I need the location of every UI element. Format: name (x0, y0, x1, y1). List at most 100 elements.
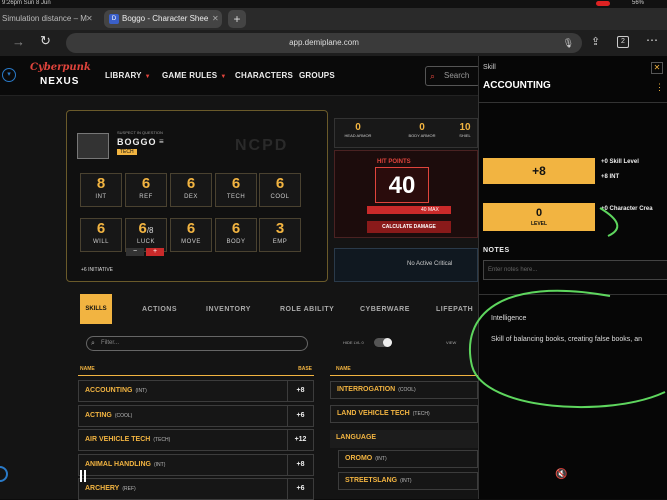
nexus-logo[interactable]: NEXUS (40, 76, 79, 87)
more-options-icon[interactable]: ⋮ (655, 82, 664, 93)
nav-characters[interactable]: CHARACTERS (235, 71, 293, 80)
tab-inventory[interactable]: INVENTORY (206, 306, 251, 313)
nav-game-rules[interactable]: GAME RULES ▼ (162, 71, 226, 80)
cyberpunk-logo[interactable]: Cyberpunk (30, 62, 91, 73)
url-field[interactable]: app.demiplane.com 🎙 (66, 33, 582, 53)
close-panel-button[interactable]: ✕ (651, 62, 663, 74)
nav-library[interactable]: LIBRARY ▼ (105, 71, 151, 80)
skill-name: LANGUAGE (336, 434, 377, 441)
microphone-icon[interactable]: 🎙 (563, 33, 574, 53)
stat-value: 3 (275, 220, 285, 237)
demiplane-favicon-icon: D (109, 14, 119, 24)
tab-skills[interactable]: SKILLS (80, 294, 112, 324)
browser-tab-active[interactable]: D Boggo - Character Shee ✕ (104, 10, 222, 28)
character-name: BOGGO (117, 137, 157, 147)
luck-plus-button[interactable]: + (146, 248, 164, 256)
annotation-circle (469, 289, 666, 409)
critical-panel: No Active Critical (334, 248, 478, 282)
head-armor: 0 HEAD ARMOR (344, 122, 372, 138)
search-icon: ⌕ (91, 340, 95, 347)
skill-row[interactable]: ARCHERY (REF) +6 (78, 478, 314, 500)
body-armor: 0 BODY ARMOR (408, 122, 436, 138)
hp-max: 40 MAX (421, 207, 439, 213)
skill-row[interactable]: STREETSLANG (INT) (338, 472, 478, 490)
stat-dex[interactable]: 6 DEX (170, 173, 212, 207)
skill-filter-input[interactable]: ⌕ Filter... (86, 336, 308, 351)
new-tab-button[interactable]: + (228, 10, 246, 28)
skill-level-bonus: +0 Skill Level (601, 159, 639, 165)
calculate-damage-button[interactable]: CALCULATE DAMAGE (367, 221, 451, 233)
tab-role-ability[interactable]: ROLE ABILITY (280, 306, 334, 313)
nav-groups[interactable]: GROUPS (299, 71, 335, 80)
battery-level: 56% (632, 0, 645, 6)
stat-luck[interactable]: 6/8 LUCK (125, 218, 167, 252)
skill-stat: (INT) (400, 478, 412, 484)
tab-count-button[interactable]: 2 (617, 36, 629, 48)
mute-icon[interactable]: 🔇 (555, 469, 567, 480)
reload-icon[interactable]: ↻ (40, 33, 51, 49)
tab-title: Boggo - Character Shee (122, 14, 209, 23)
tab-cyberware[interactable]: CYBERWARE (360, 306, 410, 313)
suspect-label: SUSPECT IN QUESTION (117, 130, 163, 135)
skill-stat: (COOL) (114, 412, 133, 419)
stat-value: 8 (96, 175, 106, 192)
stat-value: 6 (186, 220, 196, 237)
hide-lvl-toggle[interactable] (374, 338, 392, 347)
stat-value: 6 (96, 220, 106, 237)
tab-actions[interactable]: ACTIONS (142, 306, 177, 313)
site-nav: ▾ Cyberpunk NEXUS LIBRARY ▼ GAME RULES ▼ C… (0, 56, 478, 96)
stat-label: COOL (270, 194, 290, 200)
panel-kicker: Skill (483, 64, 496, 71)
sheet-tabs: SKILLS ACTIONS INVENTORY ROLE ABILITY CY… (66, 292, 478, 328)
skill-base: +12 (287, 430, 313, 450)
skill-row[interactable]: ACCOUNTING (INT) +8 (78, 380, 314, 402)
browser-tab[interactable]: Simulation distance – M ✕ (0, 10, 96, 28)
skill-row[interactable]: OROMO (INT) (338, 450, 478, 468)
stat-body[interactable]: 6 BODY (215, 218, 257, 252)
menu-icon[interactable]: ≡ (159, 137, 164, 146)
stat-will[interactable]: 6 WILL (80, 218, 122, 252)
skill-base: +8 (287, 454, 313, 475)
stat-value: 6 (231, 220, 241, 237)
skill-row[interactable]: LAND VEHICLE TECH (TECH) (330, 405, 478, 423)
skill-base: +6 (287, 479, 313, 499)
stat-value: 6 (186, 175, 196, 192)
shield: 10 SHIEL (459, 122, 471, 138)
close-tab-icon[interactable]: ✕ (212, 10, 219, 28)
stat-value: 6 (231, 175, 241, 192)
skill-row[interactable]: AIR VEHICLE TECH (TECH) +12 (78, 429, 314, 451)
annotation-overlay (469, 207, 666, 409)
forward-arrow-icon[interactable]: → (12, 34, 25, 49)
more-icon[interactable]: ⋯ (646, 33, 658, 47)
stat-label: LUCK (136, 239, 155, 245)
stat-label: MOVE (181, 239, 201, 245)
left-column-header: NAME BASE (78, 362, 314, 376)
skill-row[interactable]: INTERROGATION (COOL) (330, 381, 478, 399)
skill-stat: (TECH) (153, 437, 171, 443)
menu-toggle-icon[interactable]: ▾ (2, 68, 16, 82)
luck-minus-button[interactable]: − (126, 248, 144, 256)
stat-label: BODY (226, 239, 246, 245)
skill-row[interactable]: ACTING (COOL) +6 (78, 404, 314, 427)
skill-name: ACCOUNTING (85, 387, 133, 394)
stat-cool[interactable]: 6 COOL (259, 173, 301, 207)
status-time: 9:26pm Sun 8 Jun (2, 0, 51, 6)
skill-group-header[interactable]: LANGUAGE (330, 430, 478, 448)
search-placeholder: Search (444, 71, 470, 80)
stat-int[interactable]: 8 INT (80, 173, 122, 207)
annotation-arrow (599, 207, 619, 237)
hp-value: 40 (375, 167, 429, 203)
share-icon[interactable]: ⇪ (591, 35, 600, 48)
skill-total: +8 (483, 158, 595, 184)
stat-tech[interactable]: 6 TECH (215, 173, 257, 207)
skill-name: INTERROGATION (337, 386, 396, 393)
avatar[interactable] (77, 133, 109, 159)
stat-label: EMP (272, 239, 288, 245)
close-tab-icon[interactable]: ✕ (86, 10, 93, 28)
pause-icon[interactable] (80, 470, 86, 482)
site-search[interactable]: ⌕ Search (425, 66, 480, 86)
stat-emp[interactable]: 3 EMP (259, 218, 301, 252)
stat-ref[interactable]: 6 REF (125, 173, 167, 207)
stat-move[interactable]: 6 MOVE (170, 218, 212, 252)
skill-row[interactable]: ANIMAL HANDLING (INT) +8 (78, 453, 314, 476)
